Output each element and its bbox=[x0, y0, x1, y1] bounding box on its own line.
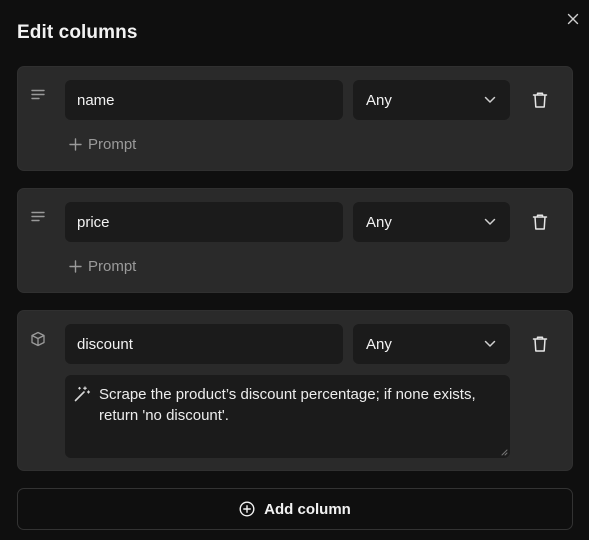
add-column-label: Add column bbox=[264, 500, 351, 518]
delete-column-button[interactable] bbox=[530, 212, 550, 232]
column-type-select[interactable]: Any bbox=[353, 80, 510, 120]
chevron-down-icon bbox=[484, 340, 496, 347]
text-align-icon bbox=[31, 89, 45, 100]
magic-wand-icon bbox=[74, 386, 91, 402]
delete-column-button[interactable] bbox=[530, 334, 550, 354]
add-prompt-button[interactable]: Prompt bbox=[69, 256, 136, 276]
column-type-value: Any bbox=[366, 335, 392, 353]
close-button[interactable] bbox=[564, 10, 582, 28]
column-type-select[interactable]: Any bbox=[353, 324, 510, 364]
resize-grip-icon[interactable] bbox=[500, 448, 508, 456]
add-prompt-label: Prompt bbox=[88, 257, 137, 275]
column-name-input[interactable] bbox=[65, 202, 343, 242]
trash-icon bbox=[532, 92, 548, 108]
add-prompt-label: Prompt bbox=[88, 135, 137, 153]
text-align-icon bbox=[31, 211, 45, 222]
drag-handle[interactable] bbox=[30, 87, 48, 105]
close-icon bbox=[567, 13, 579, 25]
delete-column-button[interactable] bbox=[530, 90, 550, 110]
column-type-select[interactable]: Any bbox=[353, 202, 510, 242]
trash-icon bbox=[532, 336, 548, 352]
plus-icon bbox=[69, 259, 82, 273]
add-column-button[interactable]: Add column bbox=[17, 488, 573, 530]
column-card-name: Any Prompt bbox=[17, 66, 573, 171]
prompt-textarea[interactable]: Scrape the product’s discount percentage… bbox=[65, 375, 510, 458]
add-prompt-button[interactable]: Prompt bbox=[69, 134, 136, 154]
trash-icon bbox=[532, 214, 548, 230]
column-type-value: Any bbox=[366, 91, 392, 109]
chevron-down-icon bbox=[484, 218, 496, 225]
column-name-input[interactable] bbox=[65, 324, 343, 364]
column-card-price: Any Prompt bbox=[17, 188, 573, 293]
dialog-title: Edit columns bbox=[17, 22, 138, 43]
drag-handle[interactable] bbox=[30, 209, 48, 227]
plus-circle-icon bbox=[239, 501, 255, 517]
cube-icon bbox=[31, 331, 45, 347]
prompt-text: Scrape the product’s discount percentage… bbox=[99, 386, 476, 424]
chevron-down-icon bbox=[484, 96, 496, 103]
column-type-value: Any bbox=[366, 213, 392, 231]
drag-handle[interactable] bbox=[30, 331, 48, 349]
edit-columns-dialog: Edit columns Any Prompt bbox=[0, 0, 589, 540]
plus-icon bbox=[69, 137, 82, 151]
column-card-discount: Any Scrape the product’s discount percen… bbox=[17, 310, 573, 471]
column-name-input[interactable] bbox=[65, 80, 343, 120]
